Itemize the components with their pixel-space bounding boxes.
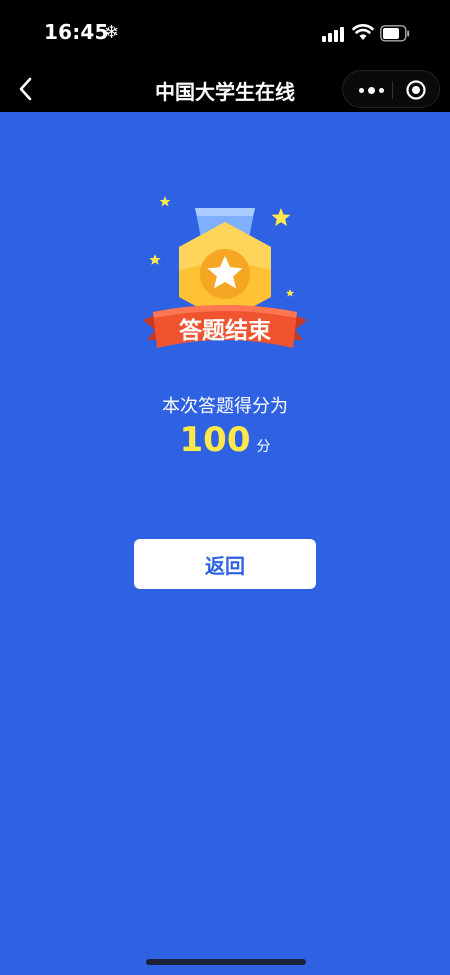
sparkle-star-icon <box>159 196 171 207</box>
sparkle-star-icon <box>149 254 161 265</box>
status-time: 16:45 <box>44 20 109 44</box>
result-label: 本次答题得分为 <box>162 396 288 417</box>
medal-ribbon-text: 答题结束 <box>179 317 272 344</box>
capsule-divider <box>392 81 393 99</box>
sparkle-star-icon <box>286 289 294 297</box>
score-value: 100 <box>179 420 251 460</box>
more-options-icon[interactable] <box>353 71 389 109</box>
wifi-icon <box>352 24 374 40</box>
close-target-icon[interactable] <box>405 79 427 101</box>
cellular-signal-icon <box>322 26 346 42</box>
status-bar: 16:45 ❄ <box>0 0 450 66</box>
return-button[interactable]: 返回 <box>134 539 316 589</box>
score-unit: 分 <box>256 439 271 455</box>
mini-program-capsule <box>342 70 440 108</box>
sparkle-star-icon <box>271 208 291 226</box>
snowflake-icon: ❄ <box>104 22 120 43</box>
completion-medal-icon: 答题结束 <box>143 196 307 348</box>
nav-bar: 中国大学生在线 <box>0 66 450 112</box>
score-row: 100 分 <box>0 420 450 460</box>
home-indicator[interactable] <box>146 959 306 965</box>
battery-icon <box>380 25 410 42</box>
